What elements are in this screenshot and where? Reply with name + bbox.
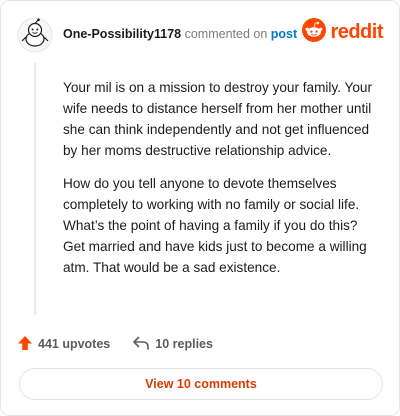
comment-paragraph: How do you tell anyone to devote themsel… (63, 176, 367, 275)
reddit-logo[interactable]: reddit (302, 17, 383, 47)
reply-arrow-icon (132, 335, 155, 354)
username-link[interactable]: One-Possibility1178 (63, 27, 181, 41)
view-comments-button[interactable]: View 10 comments (19, 368, 383, 400)
comment-paragraph: Your mil is on a mission to destroy your… (63, 80, 373, 158)
reddit-wordmark: reddit (330, 20, 383, 43)
comment-card: One-Possibility1178 commented on post re… (0, 0, 400, 416)
replies-count: 10 replies (155, 337, 213, 351)
comment-actions: 441 upvotes 10 replies (17, 333, 235, 355)
comment-meta: One-Possibility1178 commented on post (63, 27, 297, 41)
upvote-arrow-icon (17, 335, 38, 354)
replies-button[interactable]: 10 replies (132, 335, 213, 354)
comment-header: One-Possibility1178 commented on post re… (17, 17, 383, 53)
reddit-snoo-icon (302, 17, 327, 47)
upvote-button[interactable]: 441 upvotes (17, 335, 110, 354)
thread-line[interactable] (34, 63, 36, 315)
comment-body: Your mil is on a mission to destroy your… (63, 77, 381, 290)
upvotes-count: 441 upvotes (38, 337, 111, 351)
post-link[interactable]: post (271, 27, 297, 41)
snoo-avatar-icon[interactable] (17, 17, 53, 53)
commented-on-text: commented on (184, 27, 268, 41)
